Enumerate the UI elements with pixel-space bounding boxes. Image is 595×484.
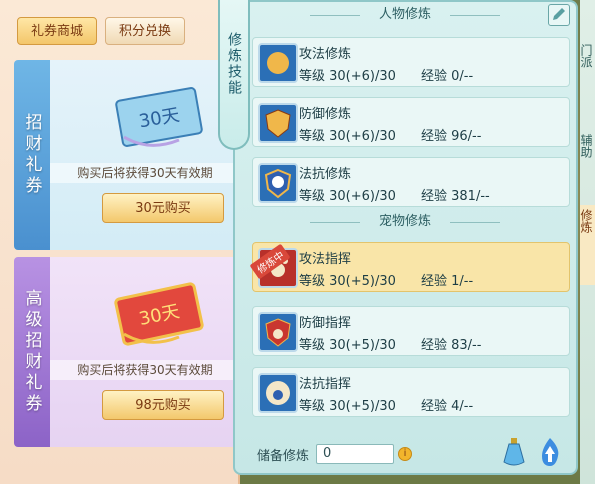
row-exp: 经验 1/--: [421, 274, 474, 289]
row-exp: 经验 0/--: [421, 69, 474, 84]
row-level: 等级 30(+5)/30: [299, 399, 396, 414]
reserve-cultivation-value: 0: [316, 444, 394, 464]
row-name: 防御指挥: [299, 316, 352, 331]
paw-shield-icon: [258, 312, 298, 352]
side-tab-strip: 门派 辅助 修炼: [579, 0, 595, 484]
row-level: 等级 30(+6)/30: [299, 69, 396, 84]
tab-points-exchange[interactable]: 积分兑换: [105, 17, 185, 45]
tab-assist[interactable]: 辅助: [579, 130, 595, 200]
section-title-person: 人物修炼: [270, 5, 540, 25]
paw-taiji-icon: [258, 373, 298, 413]
card-vertical-label: 高级招财礼券: [21, 289, 42, 415]
reserve-cultivation-label: 储备修炼: [257, 449, 310, 464]
pet-row-resist[interactable]: 法抗指挥 等级 30(+5)/30 经验 4/--: [252, 367, 570, 417]
row-name: 防御修炼: [299, 107, 352, 122]
upgrade-flame-icon[interactable]: [536, 436, 564, 468]
card-vertical-banner: 招财礼券: [14, 60, 50, 250]
row-level: 等级 30(+5)/30: [299, 274, 396, 289]
buy-button-98[interactable]: 98元购买: [102, 390, 224, 420]
row-name: 法抗修炼: [299, 167, 352, 182]
row-level: 等级 30(+6)/30: [299, 129, 396, 144]
shield-icon: [258, 103, 298, 143]
potion-bottle-icon[interactable]: [500, 436, 528, 468]
card-vertical-label: 招财礼券: [21, 113, 42, 197]
tab-sect[interactable]: 门派: [579, 40, 595, 110]
edit-icon[interactable]: [548, 4, 570, 26]
game-window: 礼券商城 积分兑换 招财礼券 30天 购买后将获得30天有效期 30元购买 高级…: [0, 0, 595, 484]
ribbon-title: 修炼技能: [226, 32, 242, 96]
row-exp: 经验 83/--: [421, 338, 482, 353]
pet-row-defense[interactable]: 防御指挥 等级 30(+5)/30 经验 83/--: [252, 306, 570, 356]
row-exp: 经验 4/--: [421, 399, 474, 414]
fist-icon: [258, 43, 298, 83]
card-info-text: 购买后将获得30天有效期: [50, 360, 240, 380]
cultivation-skill-ribbon: 修炼技能: [218, 0, 250, 150]
row-level: 等级 30(+5)/30: [299, 338, 396, 353]
row-exp: 经验 96/--: [421, 129, 482, 144]
card-info-text: 购买后将获得30天有效期: [50, 163, 240, 183]
voucher-shop-panel: 礼券商城 积分兑换 招财礼券 30天 购买后将获得30天有效期 30元购买 高级…: [0, 0, 240, 484]
row-level: 等级 30(+6)/30: [299, 189, 396, 204]
person-row-resist[interactable]: 法抗修炼 等级 30(+6)/30 经验 381/--: [252, 157, 570, 207]
section-title-pet: 宠物修炼: [270, 212, 540, 232]
row-name: 法抗指挥: [299, 377, 352, 392]
tab-voucher-shop[interactable]: 礼券商城: [17, 17, 97, 45]
voucher-card-basic: 招财礼券 30天 购买后将获得30天有效期 30元购买: [14, 60, 240, 250]
person-row-attack[interactable]: 攻法修炼 等级 30(+6)/30 经验 0/--: [252, 37, 570, 87]
row-exp: 经验 381/--: [421, 189, 490, 204]
info-coin-icon[interactable]: i: [398, 447, 412, 461]
pet-row-attack[interactable]: 修炼中 攻法指挥 等级 30(+5)/30 经验 1/--: [249, 242, 570, 292]
ticket-30day-gold-icon: 30天: [114, 282, 204, 346]
person-row-defense[interactable]: 防御修炼 等级 30(+6)/30 经验 96/--: [252, 97, 570, 147]
tab-cultivation[interactable]: 修炼: [579, 205, 595, 285]
row-name: 攻法指挥: [299, 252, 352, 267]
taiji-shield-icon: [258, 163, 298, 203]
ticket-30day-icon: 30天: [115, 87, 203, 147]
row-name: 攻法修炼: [299, 47, 352, 62]
card-vertical-banner: 高级招财礼券: [14, 257, 50, 447]
voucher-card-premium: 高级招财礼券 30天 购买后将获得30天有效期 98元购买: [14, 257, 240, 447]
buy-button-30[interactable]: 30元购买: [102, 193, 224, 223]
